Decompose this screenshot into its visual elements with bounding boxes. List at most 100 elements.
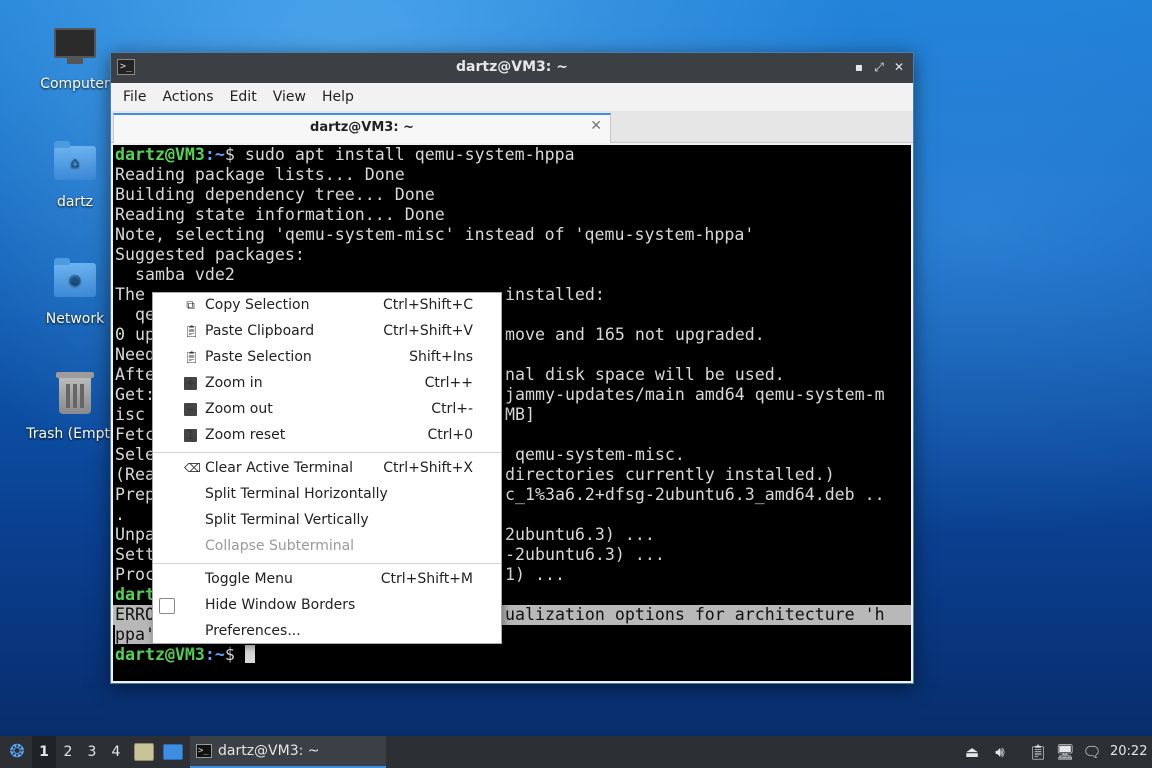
network-icon[interactable]: 🖥︎	[1055, 742, 1075, 762]
taskbar: ❂ 1 2 3 4 >_ dartz@VM3: ~ ⏏ 🔊︎ 📋︎ 🖥︎ 🗨︎ …	[0, 736, 1152, 768]
line-right: MB]	[505, 405, 535, 424]
line-right: move and 165 not upgraded.	[505, 325, 765, 344]
line-left: ERRO	[115, 605, 155, 624]
eject-icon[interactable]: ⏏	[962, 742, 982, 762]
menu-item-clear-terminal[interactable]: ⌫ Clear Active Terminal Ctrl+Shift+X	[153, 456, 501, 482]
line-left: The	[115, 285, 145, 304]
menu-item-copy-selection[interactable]: ⧉ Copy Selection Ctrl+Shift+C	[153, 293, 501, 319]
tab-close-icon[interactable]: ✕	[590, 118, 602, 134]
menu-item-zoom-reset[interactable]: 1 Zoom reset Ctrl+0	[153, 423, 501, 449]
taskbar-task-label: dartz@VM3: ~	[218, 743, 320, 759]
tab-bar: dartz@VM3: ~ ✕	[111, 111, 913, 143]
line-right: jammy-updates/main amd64 qemu-system-m	[505, 385, 885, 404]
clock[interactable]: 20:22	[1110, 736, 1147, 768]
file-manager-icon[interactable]	[134, 743, 154, 761]
line-left: Proc	[115, 565, 155, 584]
terminal-line: Suggested packages:	[115, 245, 305, 264]
close-icon[interactable]: ✕	[891, 59, 907, 75]
line-right: -2ubuntu6.3) ...	[505, 545, 665, 564]
menu-item-paste-clipboard[interactable]: 📋︎ Paste Clipboard Ctrl+Shift+V	[153, 319, 501, 345]
line-left: isc	[115, 405, 155, 424]
line-left: Prep	[115, 485, 155, 504]
paste-icon: 📋︎	[184, 324, 200, 338]
line-left: Sett	[115, 545, 155, 564]
show-desktop-icon[interactable]	[163, 744, 183, 760]
terminal-line: Reading state information... Done	[115, 205, 445, 224]
workspace-1[interactable]: 1	[32, 736, 56, 768]
menubar: File Actions Edit View Help	[111, 83, 913, 111]
context-menu: ⧉ Copy Selection Ctrl+Shift+C 📋︎ Paste C…	[152, 292, 502, 644]
paste-icon: 📋︎	[184, 350, 200, 364]
prompt-user: dart	[115, 585, 155, 604]
tab-terminal[interactable]: dartz@VM3: ~ ✕	[113, 113, 611, 143]
prompt-symbol: $	[224, 645, 245, 664]
menu-help[interactable]: Help	[314, 89, 362, 105]
menu-item-preferences[interactable]: Preferences...	[153, 619, 501, 645]
hide-borders-checkbox[interactable]	[159, 598, 175, 614]
workspace-4[interactable]: 4	[104, 736, 128, 768]
prompt-user: dartz@VM3	[115, 145, 205, 164]
menu-separator	[153, 452, 501, 453]
line-left: Unpa	[115, 525, 155, 544]
notification-icon[interactable]: 🗨︎	[1082, 742, 1102, 762]
tab-title: dartz@VM3: ~	[310, 120, 414, 135]
prompt-path: :~	[204, 645, 225, 664]
line-right: nal disk space will be used.	[505, 365, 785, 384]
prompt-path: :~	[204, 145, 225, 164]
menu-actions[interactable]: Actions	[154, 89, 221, 105]
line-right: 2ubuntu6.3) ...	[505, 525, 655, 544]
menu-item-collapse-subterminal: Collapse Subterminal	[205, 538, 355, 554]
taskbar-task-terminal[interactable]: >_ dartz@VM3: ~	[190, 736, 386, 768]
maximize-icon[interactable]: ⤢	[871, 59, 887, 75]
line-right: 1) ...	[505, 565, 565, 584]
terminal-line: dartz@VM3:~$ sudo apt install qemu-syste…	[113, 145, 911, 165]
minimize-icon[interactable]: ▪	[851, 59, 867, 75]
line-left: Get:	[115, 385, 155, 404]
menu-item-split-horizontal[interactable]: Split Terminal Horizontally	[153, 482, 501, 508]
terminal-cursor	[244, 645, 255, 663]
menu-item-split-vertical[interactable]: Split Terminal Vertically	[153, 508, 501, 534]
window-title: dartz@VM3: ~	[456, 59, 568, 75]
menu-item-zoom-out[interactable]: − Zoom out Ctrl+-	[153, 397, 501, 423]
start-menu-icon[interactable]: ❂	[4, 736, 30, 768]
menu-edit[interactable]: Edit	[222, 89, 265, 105]
line-left: Sele	[115, 445, 155, 464]
line-right: c_1%3a6.2+dfsg-2ubuntu6.3_amd64.deb ..	[505, 485, 885, 504]
line-right: installed:	[505, 285, 605, 304]
menu-item-hide-window-borders[interactable]: Hide Window Borders	[153, 593, 501, 619]
line-right: ualization options for architecture 'h	[505, 605, 885, 624]
zoom-out-icon: −	[184, 402, 197, 416]
copy-icon: ⧉	[186, 298, 195, 312]
home-folder-icon: ⌂	[53, 141, 97, 190]
line-right: qemu-system-misc.	[505, 445, 685, 464]
terminal-command: sudo apt install qemu-system-hppa	[244, 145, 575, 164]
menu-item-paste-selection[interactable]: 📋︎ Paste Selection Shift+Ins	[153, 345, 501, 371]
terminal-line: dartz@VM3:~$	[113, 645, 911, 665]
computer-icon	[53, 28, 97, 72]
workspace-2[interactable]: 2	[56, 736, 80, 768]
menu-item-zoom-in[interactable]: + Zoom in Ctrl++	[153, 371, 501, 397]
terminal-task-icon: >_	[196, 744, 212, 758]
terminal-line: Note, selecting 'qemu-system-misc' inste…	[115, 225, 755, 244]
volume-icon[interactable]: 🔊︎	[990, 742, 1010, 762]
menu-item-toggle-menu[interactable]: Toggle Menu Ctrl+Shift+M	[153, 567, 501, 593]
menu-separator	[153, 563, 501, 564]
zoom-reset-icon: 1	[184, 429, 197, 442]
clear-icon: ⌫	[184, 461, 201, 475]
line-right: directories currently installed.)	[505, 465, 835, 484]
line-left: Afte	[115, 365, 155, 384]
line-left: ppa'	[115, 625, 155, 644]
line-left: 0 up	[115, 325, 155, 344]
network-folder-icon: ◉	[53, 258, 97, 307]
workspace-3[interactable]: 3	[80, 736, 104, 768]
line-left: (Rea	[115, 465, 155, 484]
prompt-user: dartz@VM3	[115, 645, 205, 664]
menu-view[interactable]: View	[265, 89, 314, 105]
terminal-line: Reading package lists... Done	[115, 165, 405, 184]
window-titlebar[interactable]: >_ dartz@VM3: ~ ▪ ⤢ ✕	[111, 53, 913, 83]
prompt-symbol: $	[224, 145, 245, 164]
terminal-line: samba vde2	[115, 265, 235, 284]
menu-file[interactable]: File	[115, 89, 154, 105]
trash-icon	[53, 372, 97, 422]
clipboard-icon[interactable]: 📋︎	[1028, 742, 1048, 762]
